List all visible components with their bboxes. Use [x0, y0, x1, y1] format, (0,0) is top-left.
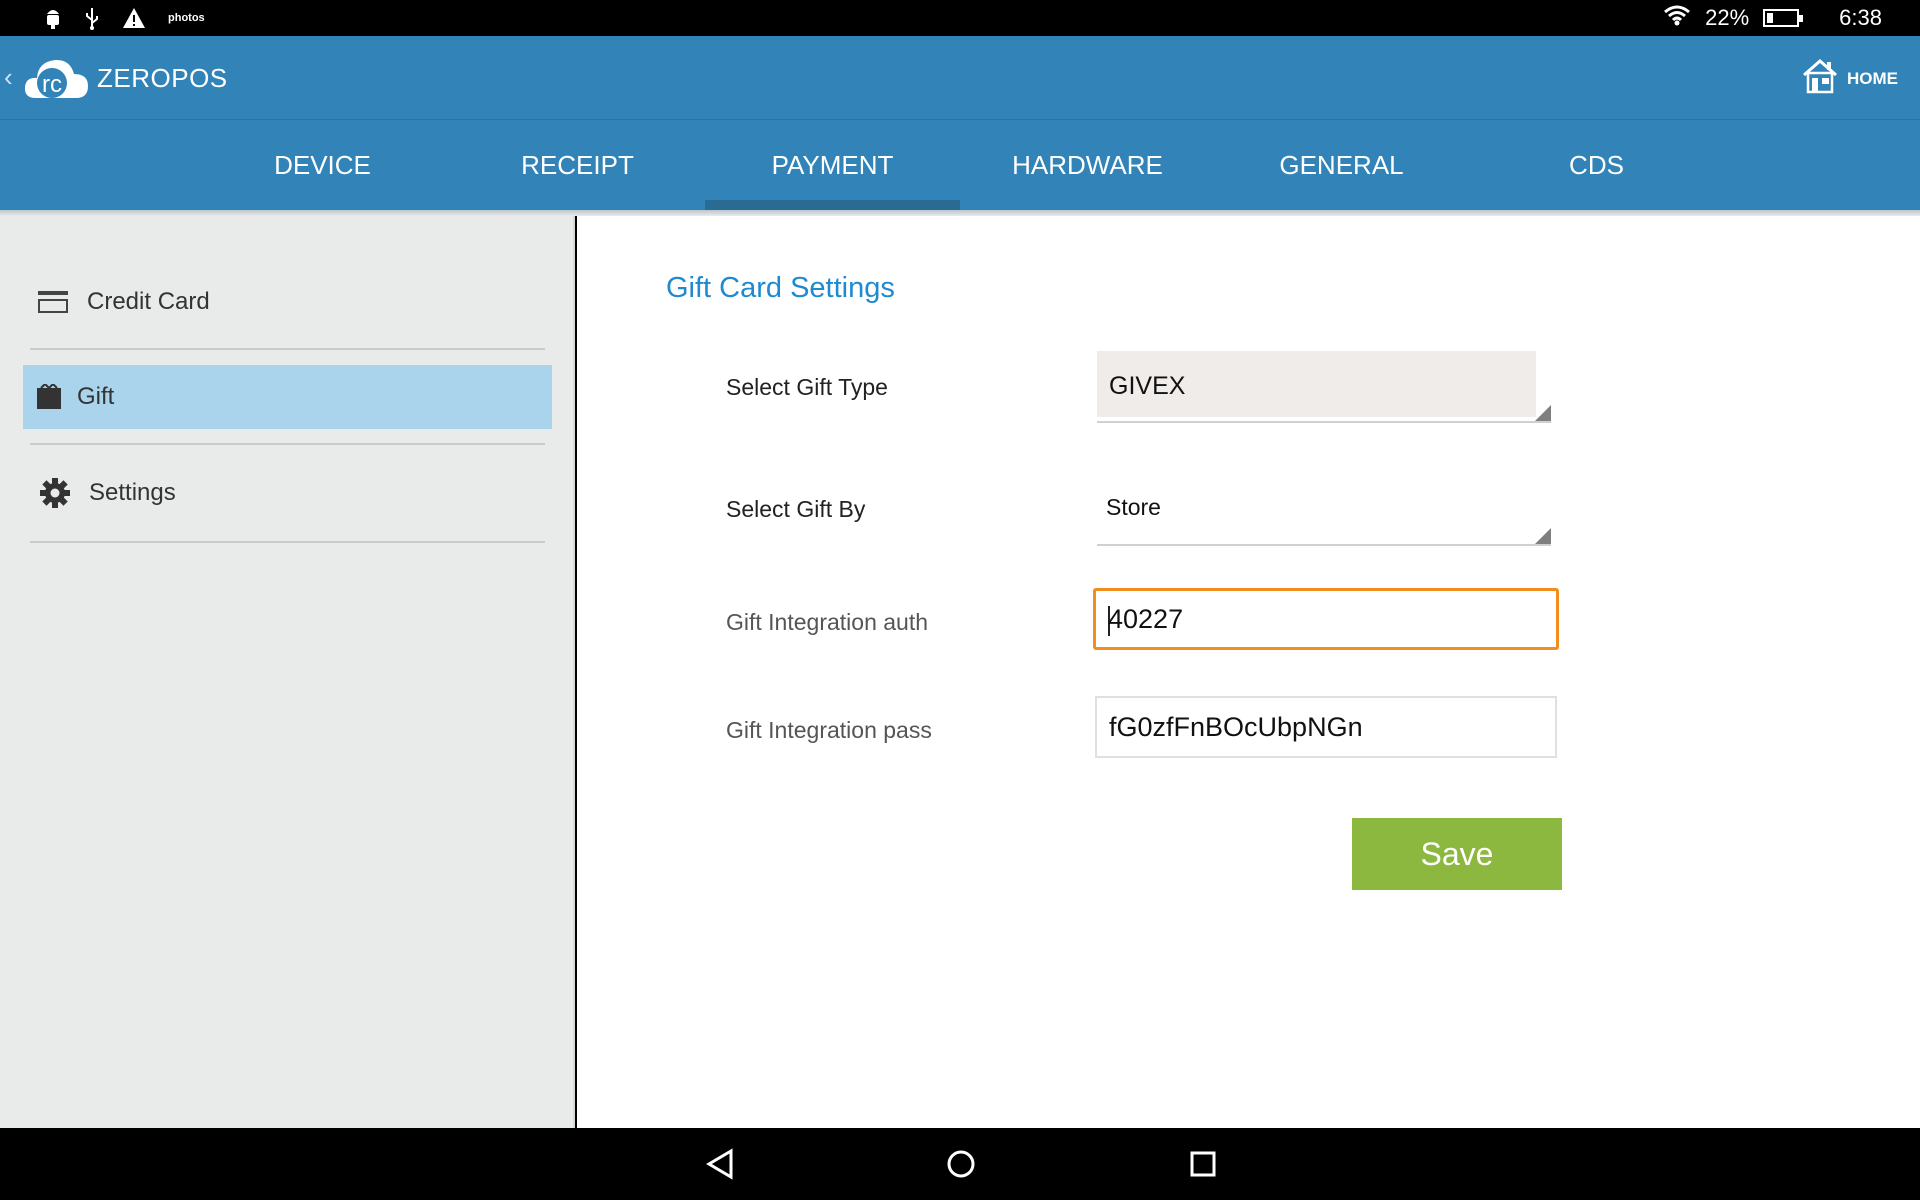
- sidebar-item-label: Gift: [77, 383, 115, 410]
- system-nav-bar: [0, 1128, 1920, 1200]
- home-circle-icon[interactable]: [943, 1146, 979, 1182]
- back-chevron-icon[interactable]: ‹: [4, 62, 13, 93]
- credit-card-icon: [35, 284, 71, 320]
- pass-label: Gift Integration pass: [726, 717, 932, 743]
- clock: 6:38: [1839, 5, 1882, 30]
- tab-hardware[interactable]: HARDWARE: [960, 120, 1215, 210]
- home-button[interactable]: HOME: [1801, 58, 1898, 99]
- gift-icon: [31, 379, 67, 415]
- battery-percent: 22%: [1705, 5, 1750, 30]
- tab-cds[interactable]: CDS: [1469, 120, 1724, 210]
- wifi-icon: [1663, 4, 1691, 32]
- notification-icons: photos: [44, 4, 205, 32]
- pass-input[interactable]: fG0zfFnBOcUbpNGn: [1095, 696, 1557, 758]
- auth-label: Gift Integration auth: [726, 609, 929, 635]
- gift-settings-panel: Gift Card Settings Select Gift Type GIVE…: [577, 216, 1920, 1128]
- gift-by-dropdown[interactable]: Store: [1097, 474, 1551, 546]
- usb-icon: [84, 6, 100, 30]
- save-button[interactable]: Save: [1352, 818, 1562, 890]
- payment-sidebar: Credit Card Gift Settings: [0, 216, 575, 1128]
- dropdown-corner-icon: [1535, 405, 1551, 421]
- tab-bar: DEVICE RECEIPT PAYMENT HARDWARE GENERAL …: [0, 120, 1920, 210]
- battery-fill: [1767, 13, 1774, 23]
- home-label: HOME: [1847, 68, 1898, 88]
- battery-icon: [1763, 9, 1804, 27]
- gift-by-label: Select Gift By: [726, 496, 866, 522]
- sidebar-divider: [30, 348, 545, 350]
- app-title: ZEROPOS: [97, 63, 228, 93]
- gift-by-value: Store: [1106, 494, 1161, 520]
- section-title: Gift Card Settings: [666, 272, 895, 304]
- tab-payment[interactable]: PAYMENT: [705, 120, 960, 210]
- dropdown-corner-icon: [1535, 528, 1551, 544]
- android-icon: [44, 7, 62, 29]
- house-icon: [1801, 58, 1839, 99]
- pass-value: fG0zfFnBOcUbpNGn: [1109, 712, 1363, 742]
- gift-type-dropdown[interactable]: GIVEX: [1097, 351, 1551, 423]
- sidebar-divider: [30, 443, 545, 445]
- warning-icon: [122, 7, 146, 29]
- tab-device[interactable]: DEVICE: [195, 120, 450, 210]
- sidebar-item-label: Settings: [89, 479, 176, 506]
- gift-type-value: GIVEX: [1109, 372, 1186, 400]
- app-bar: ‹ rc ZEROPOS HOME: [0, 36, 1920, 120]
- status-bar: photos 22% 6:38: [0, 0, 1920, 36]
- gift-type-label: Select Gift Type: [726, 374, 888, 400]
- tab-general[interactable]: GENERAL: [1214, 120, 1469, 210]
- tab-receipt[interactable]: RECEIPT: [450, 120, 705, 210]
- sidebar-item-gift[interactable]: Gift: [23, 365, 552, 429]
- auth-value: 40227: [1108, 604, 1184, 634]
- sidebar-item-label: Credit Card: [87, 288, 210, 315]
- auth-input[interactable]: 40227: [1093, 588, 1559, 650]
- app-logo[interactable]: rc: [22, 50, 90, 106]
- gear-icon: [37, 475, 73, 511]
- photos-icon: photos: [168, 12, 205, 24]
- logo-text: rc: [42, 71, 62, 98]
- back-icon[interactable]: [702, 1146, 738, 1182]
- sidebar-item-credit-card[interactable]: Credit Card: [23, 270, 552, 334]
- recents-icon[interactable]: [1185, 1146, 1221, 1182]
- sidebar-item-settings[interactable]: Settings: [23, 461, 552, 525]
- sidebar-divider: [30, 541, 545, 543]
